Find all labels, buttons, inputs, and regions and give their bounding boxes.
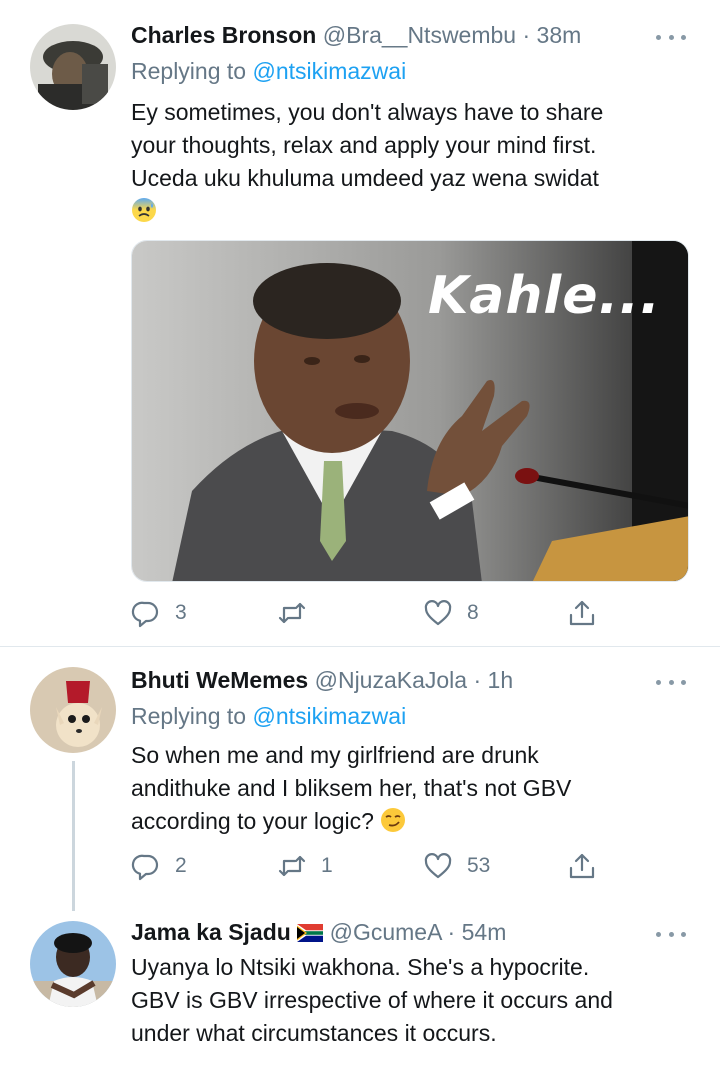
retweet-button[interactable]: 1 (277, 849, 333, 883)
more-options-icon[interactable] (656, 929, 686, 939)
heart-icon (424, 853, 452, 879)
avatar[interactable] (30, 667, 116, 753)
avatar[interactable] (30, 921, 116, 1007)
meme-caption: Kahle... (428, 266, 661, 326)
tweet-charles-bronson[interactable]: Charles Bronson @Bra__Ntswembu · 38m Rep… (0, 0, 720, 646)
replying-prefix: Replying to (131, 58, 253, 84)
reply-icon (131, 854, 159, 881)
retweet-icon (278, 855, 306, 877)
retweet-button[interactable] (277, 596, 321, 630)
reply-count: 3 (175, 601, 187, 624)
retweet-count: 1 (321, 854, 333, 877)
tweet-text-line: Uyanya lo Ntsiki wakhona. She's a hypocr… (131, 954, 590, 980)
mention-link[interactable]: @ntsikimazwai (252, 58, 406, 84)
timestamp[interactable]: 38m (537, 22, 582, 48)
tweet-header: Charles Bronson @Bra__Ntswembu · 38m (131, 20, 651, 50)
share-icon (569, 600, 595, 626)
more-options-icon[interactable] (656, 32, 686, 42)
replying-to: Replying to @ntsikimazwai (131, 56, 406, 86)
tweet-image[interactable]: Kahle... (131, 240, 689, 582)
user-handle[interactable]: @Bra__Ntswembu (323, 22, 516, 48)
avatar-photo (30, 24, 116, 110)
reply-button[interactable]: 2 (131, 849, 187, 883)
mention-link[interactable]: @ntsikimazwai (252, 703, 406, 729)
tweet-text: Uyanya lo Ntsiki wakhona. She's a hypocr… (131, 951, 691, 1050)
user-handle[interactable]: @NjuzaKaJola (315, 667, 467, 693)
user-handle[interactable]: @GcumeA (330, 919, 442, 945)
like-button[interactable]: 53 (423, 849, 490, 883)
tweet-text: Ey sometimes, you don't always have to s… (131, 96, 691, 228)
tweet-text-line: Ey sometimes, you don't always have to s… (131, 99, 604, 125)
separator-dot: · (447, 919, 456, 945)
tweet-text-line: according to your logic? (131, 808, 374, 834)
reply-icon (131, 601, 159, 628)
heart-icon (424, 600, 452, 626)
share-button[interactable] (567, 849, 597, 883)
display-name[interactable]: Bhuti WeMemes (131, 667, 308, 693)
reply-button[interactable]: 3 (131, 596, 187, 630)
replying-to: Replying to @ntsikimazwai (131, 701, 406, 731)
replying-prefix: Replying to (131, 703, 253, 729)
smirking-face-icon (380, 807, 406, 833)
share-button[interactable] (567, 596, 597, 630)
like-count: 53 (467, 854, 491, 877)
display-name[interactable]: Jama ka Sjadu (131, 919, 291, 945)
tweet-text-line: andithuke and I bliksem her, that's not … (131, 775, 572, 801)
tweet-bhuti-wememes[interactable]: Bhuti WeMemes @NjuzaKaJola · 1h Replying… (0, 647, 720, 911)
tweet-text-line: GBV is GBV irrespective of where it occu… (131, 987, 613, 1013)
display-name[interactable]: Charles Bronson (131, 22, 316, 48)
timestamp[interactable]: 1h (488, 667, 514, 693)
avatar-photo (30, 921, 116, 1007)
retweet-icon (278, 602, 306, 624)
tweet-jama-ka-sjadu[interactable]: Jama ka Sjadu @GcumeA · 54m Uyanya lo Nt… (0, 907, 720, 1072)
tweet-text: So when me and my girlfriend are drunk a… (131, 739, 691, 838)
thread-connector (72, 761, 75, 911)
tweet-header: Jama ka Sjadu @GcumeA · 54m (131, 917, 651, 947)
tweet-actions: 2 1 53 (131, 849, 611, 883)
tweet-text-line: under what circumstances it occurs. (131, 1020, 497, 1046)
reply-count: 2 (175, 854, 187, 877)
tweet-text-line: Uceda uku khuluma umdeed yaz wena swidat (131, 165, 599, 191)
separator-dot: · (522, 22, 531, 48)
more-options-icon[interactable] (656, 677, 686, 687)
timestamp[interactable]: 54m (462, 919, 507, 945)
avatar[interactable] (30, 24, 116, 110)
like-button[interactable]: 8 (423, 596, 479, 630)
avatar-photo (30, 667, 116, 753)
south-africa-flag-icon (297, 919, 324, 942)
share-icon (569, 853, 595, 879)
like-count: 8 (467, 601, 479, 624)
tweet-text-line: So when me and my girlfriend are drunk (131, 742, 539, 768)
tweet-header: Bhuti WeMemes @NjuzaKaJola · 1h (131, 665, 651, 695)
separator-dot: · (473, 667, 482, 693)
tweet-actions: 3 8 (131, 596, 611, 630)
anxious-face-with-sweat-icon (131, 197, 157, 223)
tweet-text-line: your thoughts, relax and apply your mind… (131, 132, 597, 158)
